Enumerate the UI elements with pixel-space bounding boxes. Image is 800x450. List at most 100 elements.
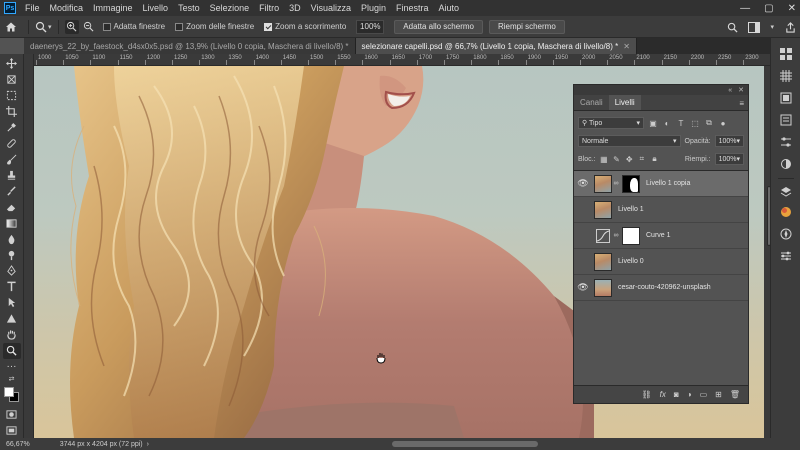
type-tool[interactable] — [3, 279, 21, 295]
menu-modifica[interactable]: Modifica — [45, 3, 89, 13]
zoom-scorrimento-checkbox[interactable]: Zoom a scorrimento — [264, 22, 346, 31]
libraries-button[interactable] — [778, 90, 794, 106]
eraser-tool[interactable] — [3, 199, 21, 215]
menu-selezione[interactable]: Selezione — [205, 3, 255, 13]
menu-immagine[interactable]: Immagine — [88, 3, 138, 13]
history-brush-tool[interactable] — [3, 183, 21, 199]
layer-row[interactable]: 👁︎ ∞ Livello 1 copia — [574, 171, 748, 197]
menu-finestra[interactable]: Finestra — [391, 3, 434, 13]
tab-channels[interactable]: Canali — [574, 95, 609, 110]
trash-icon[interactable]: 🗑︎ — [730, 390, 740, 399]
menu-aiuto[interactable]: Aiuto — [434, 3, 465, 13]
filter-shape-icon[interactable]: ⬚ — [690, 118, 700, 128]
gradient-tool[interactable] — [3, 215, 21, 231]
layer-row[interactable]: 👁︎ Livello 1 — [574, 197, 748, 223]
dodge-tool[interactable] — [3, 247, 21, 263]
visibility-toggle[interactable]: 👁︎ — [574, 230, 592, 241]
crop-tool[interactable] — [3, 104, 21, 120]
filter-toggle-icon[interactable]: ● — [718, 118, 728, 128]
folder-icon[interactable]: ▭ — [700, 390, 708, 399]
document-info[interactable]: 3744 px x 4204 px (72 ppi) — [60, 441, 143, 448]
layer-row[interactable]: 👁︎ ∞ Curve 1 — [574, 223, 748, 249]
lock-transparent-icon[interactable]: ▦ — [600, 154, 609, 164]
chevron-down-icon[interactable]: ▾ — [48, 23, 52, 31]
color-dock-button[interactable] — [778, 204, 794, 220]
styles-button[interactable] — [778, 248, 794, 264]
spot-healing-tool[interactable] — [3, 136, 21, 152]
menu-visualizza[interactable]: Visualizza — [306, 3, 356, 13]
link-icon[interactable]: ⛓︎ — [642, 390, 652, 399]
layer-row[interactable]: 👁︎ cesar-couto-420962-unsplash — [574, 275, 748, 301]
zoom-finestre-checkbox[interactable]: Zoom delle finestre — [175, 22, 254, 31]
mask-thumbnail[interactable] — [622, 226, 640, 245]
move-tool[interactable] — [3, 56, 21, 72]
color-swatches[interactable] — [3, 386, 21, 406]
link-icon[interactable]: ∞ — [612, 232, 620, 239]
zoom-level[interactable]: 66,67% — [6, 441, 30, 448]
doc-tab-daenerys[interactable]: daenerys_22_by_faestock_d4sx0x5.psd @ 13… — [24, 38, 356, 54]
screen-mode-button[interactable] — [3, 422, 21, 438]
adatta-schermo-button[interactable]: Adatta allo schermo — [394, 19, 483, 34]
menu-filtro[interactable]: Filtro — [254, 3, 284, 13]
more-tools[interactable]: ··· — [3, 359, 21, 375]
zoom-out-button[interactable] — [83, 21, 95, 33]
swatches-button[interactable] — [778, 46, 794, 62]
lock-pixels-icon[interactable]: ✎ — [612, 154, 621, 164]
riempi-schermo-button[interactable]: Riempi schermo — [488, 19, 565, 34]
collapse-icon[interactable]: « — [728, 87, 732, 94]
clone-stamp-tool[interactable] — [3, 167, 21, 183]
adjustment-icon[interactable]: ◑ — [687, 390, 692, 399]
close-button[interactable]: ✕ — [788, 3, 796, 14]
panel-menu-icon[interactable]: ≡ — [739, 99, 744, 108]
tab-layers[interactable]: Livelli — [608, 95, 641, 110]
adjustments-button[interactable] — [778, 68, 794, 84]
quick-mask-button[interactable] — [3, 406, 21, 422]
properties-button[interactable] — [778, 112, 794, 128]
horizontal-scroll-thumb[interactable] — [392, 441, 538, 447]
search-button[interactable] — [726, 21, 738, 33]
fx-icon[interactable]: fx — [660, 390, 666, 399]
filter-kind-select[interactable]: ⚲ Tipo ▾ — [578, 117, 644, 129]
adjustment-layer-button[interactable] — [778, 134, 794, 150]
shape-tool[interactable] — [3, 311, 21, 327]
zoom-in-button[interactable] — [64, 19, 79, 34]
pen-tool[interactable] — [3, 263, 21, 279]
zoom-tool-preset[interactable] — [35, 21, 47, 33]
marquee-tool[interactable] — [3, 88, 21, 104]
chevron-down-icon[interactable]: ▾ — [770, 23, 774, 31]
menu-3d[interactable]: 3D — [284, 3, 306, 13]
navigator-button[interactable] — [778, 226, 794, 242]
blend-mode-select[interactable]: Normale ▾ — [578, 135, 681, 147]
filter-smart-object-icon[interactable]: ⧉ — [704, 118, 714, 128]
chevron-right-icon[interactable]: › — [147, 441, 149, 448]
minimize-button[interactable]: — — [740, 3, 750, 14]
menu-file[interactable]: File — [20, 3, 45, 13]
share-button[interactable] — [784, 21, 796, 33]
filter-adjustment-icon[interactable]: ◐ — [662, 118, 672, 128]
adatta-finestre-checkbox[interactable]: Adatta finestre — [102, 22, 165, 31]
menu-livello[interactable]: Livello — [138, 3, 174, 13]
channels-button[interactable] — [778, 156, 794, 172]
menu-plugin[interactable]: Plugin — [356, 3, 391, 13]
visibility-toggle[interactable]: 👁︎ — [574, 256, 592, 267]
doc-tab-selezionare-capelli[interactable]: selezionare capelli.psd @ 66,7% (Livello… — [355, 38, 637, 54]
menu-testo[interactable]: Testo — [173, 3, 205, 13]
filter-type-icon[interactable]: T — [676, 118, 686, 128]
workspace-button[interactable] — [748, 21, 761, 33]
zoom-percent-field[interactable]: 100% — [356, 19, 385, 34]
eye-icon[interactable]: 👁︎ — [574, 282, 592, 293]
foreground-color[interactable] — [3, 387, 14, 398]
new-layer-icon[interactable]: ⊞ — [715, 390, 722, 399]
lock-position-icon[interactable]: ✥ — [625, 154, 634, 164]
mask-icon[interactable]: ◙ — [674, 390, 679, 399]
close-panel-icon[interactable]: ✕ — [738, 86, 744, 94]
eyedropper-tool[interactable] — [3, 120, 21, 136]
close-icon[interactable]: ✕ — [623, 42, 630, 51]
eye-icon[interactable]: 👁︎ — [574, 178, 592, 189]
layer-row[interactable]: 👁︎ Livello 0 — [574, 249, 748, 275]
zoom-tool[interactable] — [2, 342, 21, 359]
lock-all-icon[interactable]: 🔒︎ — [650, 154, 659, 164]
visibility-toggle[interactable]: 👁︎ — [574, 204, 592, 215]
mask-thumbnail[interactable] — [622, 174, 640, 193]
blur-tool[interactable] — [3, 231, 21, 247]
